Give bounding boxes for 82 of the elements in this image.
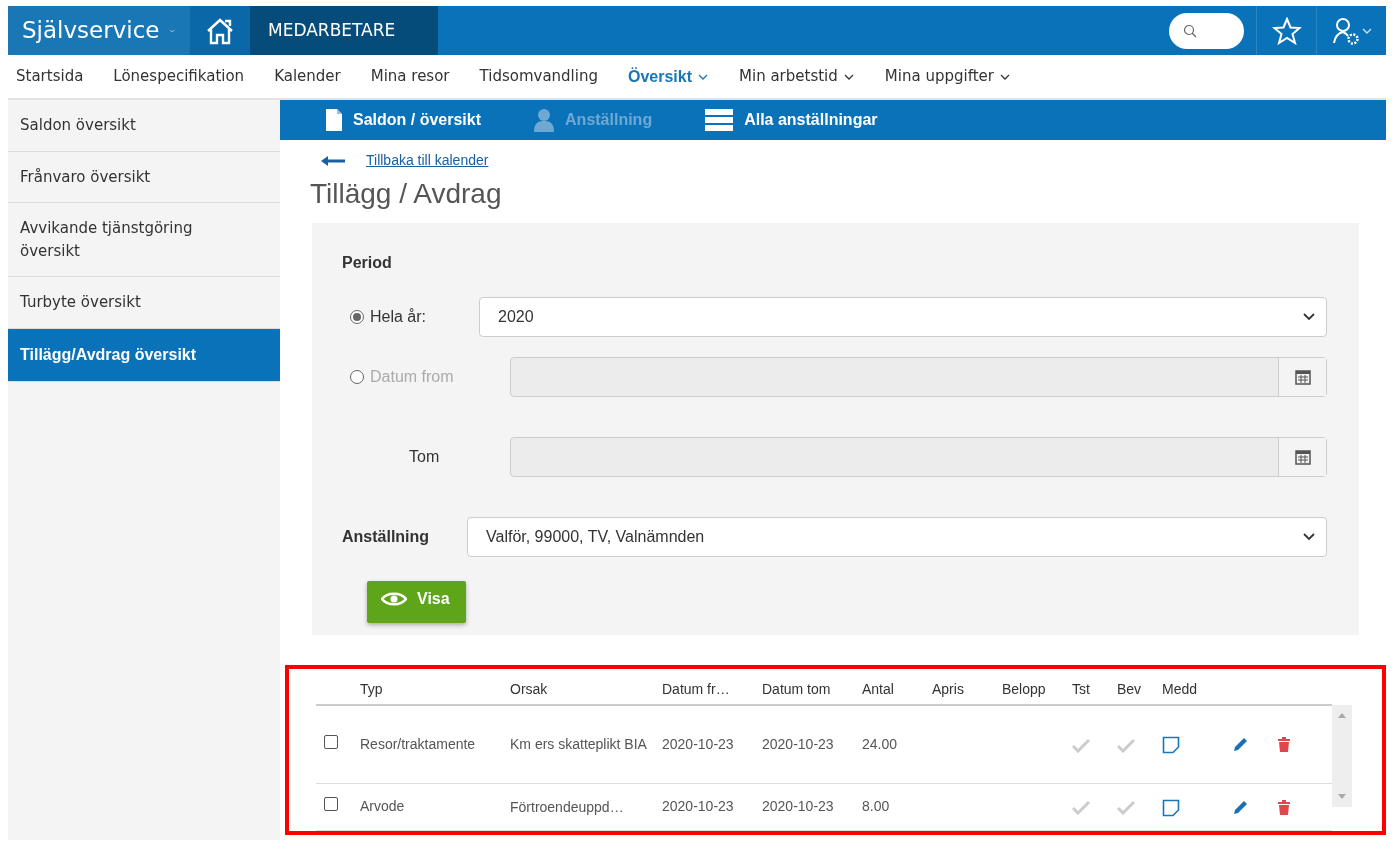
year-select[interactable]: 2020: [479, 296, 1327, 337]
row-checkbox[interactable]: [324, 797, 338, 812]
check-icon: [1072, 737, 1090, 753]
back-link[interactable]: Tillbaka till kalender: [366, 150, 489, 171]
sidebar-item[interactable]: Avvikande tjänstgöring översikt: [8, 203, 280, 277]
radio-button[interactable]: [350, 309, 364, 324]
nav-link[interactable]: Lönespecifikation: [113, 65, 245, 88]
table-cell: Resor/traktamente: [356, 704, 506, 784]
nav-link[interactable]: Startsida: [16, 65, 84, 88]
table-cell: Km ers skatteplikt BIA: [506, 704, 658, 784]
person-icon: [533, 108, 556, 132]
pencil-icon[interactable]: [1232, 737, 1249, 753]
note-icon[interactable]: [1162, 736, 1180, 754]
nav-link[interactable]: Kalender: [274, 65, 341, 88]
chevron-down-icon: [1302, 531, 1316, 542]
document-icon: [325, 108, 343, 132]
eye-icon: [381, 590, 407, 607]
column-header: Datum tom: [758, 674, 858, 705]
column-header: Tst: [1068, 674, 1113, 705]
home-icon: [205, 16, 235, 45]
calendar-button[interactable]: [1278, 357, 1326, 396]
column-header: Typ: [356, 674, 506, 705]
check-icon: [1072, 800, 1090, 815]
sidebar-item[interactable]: Tillägg/Avdrag översikt: [8, 328, 280, 382]
nav-link[interactable]: Mina uppgifter: [884, 65, 1011, 88]
note-icon[interactable]: [1162, 798, 1180, 817]
search-icon: [1183, 23, 1197, 38]
date-to-field[interactable]: [510, 436, 1327, 477]
scroll-down-icon: [1338, 793, 1346, 799]
sub-nav-link: Anställning: [533, 108, 653, 132]
nav-link[interactable]: Tidsomvandling: [479, 65, 598, 88]
table-cell: Arvode: [356, 783, 506, 831]
calendar-icon: [1294, 368, 1311, 385]
list-icon: [704, 108, 735, 132]
star-icon: [1271, 16, 1302, 45]
period-label: Period: [342, 252, 393, 273]
employment-label: Anställning: [342, 527, 430, 545]
pencil-icon[interactable]: [1232, 799, 1249, 816]
chevron-down-icon: [1302, 311, 1316, 322]
search-field[interactable]: [1169, 12, 1244, 49]
table-cell: Förtroendeuppd…: [506, 783, 658, 831]
page-title: Tillägg / Avdrag: [310, 177, 503, 211]
column-header: Belopp: [998, 674, 1068, 705]
table-cell: 2020-10-23: [658, 704, 758, 784]
check-icon: [1117, 737, 1135, 753]
trash-icon[interactable]: [1276, 737, 1291, 753]
column-header: Orsak: [506, 674, 658, 705]
radio-button[interactable]: [350, 369, 364, 384]
column-header: Antal: [858, 674, 928, 705]
table-cell: 24.00: [858, 704, 928, 784]
home-button[interactable]: [190, 6, 250, 55]
table-cell: 2020-10-23: [758, 704, 858, 784]
user-settings-icon: [1330, 15, 1361, 46]
sub-nav-link[interactable]: Alla anställningar: [704, 108, 878, 132]
radio-label: Datum from: [370, 366, 454, 387]
check-icon: [1117, 800, 1135, 815]
radio-label: Hela år:: [370, 306, 427, 327]
date-from-field[interactable]: [510, 356, 1327, 397]
employment-select[interactable]: Valför, 99000, TV, Valnämnden: [467, 516, 1327, 557]
table-cell: 2020-10-23: [758, 783, 858, 831]
sidebar-item[interactable]: Frånvaro översikt: [8, 151, 280, 203]
app-title-menu[interactable]: Självservice: [8, 6, 190, 55]
trash-icon[interactable]: [1276, 799, 1291, 816]
row-checkbox[interactable]: [324, 734, 338, 749]
column-header: Bev: [1113, 674, 1158, 705]
sidebar-item[interactable]: Turbyte översikt: [8, 277, 280, 329]
calendar-button[interactable]: [1278, 437, 1326, 476]
nav-link[interactable]: Min arbetstid: [739, 65, 855, 88]
sub-nav-link[interactable]: Saldon / översikt: [325, 108, 482, 132]
column-header: Datum fr…: [658, 674, 758, 705]
table-cell: 2020-10-23: [658, 783, 758, 831]
column-header: Apris: [928, 674, 998, 705]
nav-link[interactable]: Mina resor: [370, 65, 450, 88]
scroll-up-icon: [1338, 712, 1346, 718]
back-arrow-icon: [320, 154, 346, 167]
scrollbar[interactable]: [1332, 704, 1352, 807]
to-date-label: Tom: [409, 447, 440, 465]
column-header: Medd: [1158, 674, 1208, 705]
calendar-icon: [1294, 448, 1311, 465]
module-title: MEDARBETARE: [250, 6, 438, 55]
table-cell: 8.00: [858, 783, 928, 831]
nav-link[interactable]: Översikt: [628, 64, 710, 89]
